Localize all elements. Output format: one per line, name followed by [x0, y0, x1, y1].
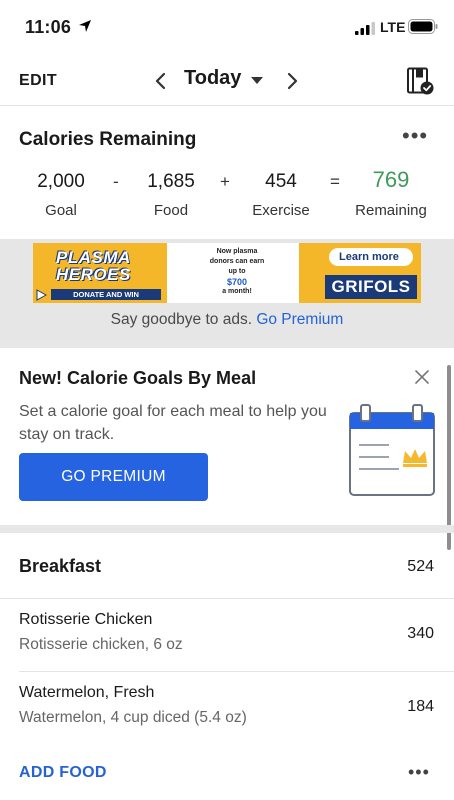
more-dots-icon[interactable]: ••• [408, 763, 430, 781]
status-bar: 11:06 LTE [0, 0, 454, 56]
calorie-goals-promo-card: New! Calorie Goals By Meal Set a calorie… [0, 340, 454, 525]
ad-learn-more-button[interactable]: Learn more [329, 248, 413, 266]
ad-donate-strip: DONATE AND WIN [51, 289, 161, 300]
ad-headline-line2: HEROES [56, 265, 131, 284]
more-dots-icon[interactable]: ••• [402, 125, 428, 147]
food-label: Food [153, 202, 189, 219]
calendar-crown-icon [349, 404, 435, 496]
ad-headline-line1: PLASMA [56, 248, 131, 267]
exercise-label: Exercise [252, 202, 310, 219]
location-arrow-icon [79, 20, 91, 32]
ad-brand-logo: GRIFOLS [325, 275, 417, 299]
ad-area: PLASMA HEROES DONATE AND WIN Now plasma … [0, 239, 454, 340]
remaining-label: Remaining [355, 202, 427, 219]
meal-title: Breakfast [19, 556, 102, 576]
ad-left-panel: PLASMA HEROES DONATE AND WIN [33, 243, 167, 303]
close-icon[interactable] [415, 370, 429, 384]
food-entry-row[interactable]: Rotisserie Chicken Rotisserie chicken, 6… [0, 599, 454, 672]
ad-offer-amount: $700 [226, 277, 248, 287]
food-name: Watermelon, Fresh [19, 684, 155, 701]
food-calories: 340 [407, 625, 434, 642]
date-selector[interactable]: Today [184, 67, 241, 90]
battery-icon [408, 19, 438, 34]
ad-offer-text: Now plasma donors can earn up to $700 a … [207, 247, 267, 297]
equals-operator: = [330, 172, 340, 191]
food-name: Rotisserie Chicken [19, 611, 153, 628]
remove-ads-text: Say goodbye to ads. [110, 311, 257, 328]
go-premium-link[interactable]: Go Premium [256, 311, 343, 328]
calories-remaining-card[interactable]: Calories Remaining ••• 2,000 - 1,685 + 4… [0, 107, 454, 239]
diary-complete-icon[interactable] [406, 67, 434, 95]
exercise-value: 454 [265, 171, 297, 192]
edit-button[interactable]: EDIT [19, 72, 57, 90]
chevron-right-icon[interactable] [281, 70, 303, 92]
food-serving: Rotisserie chicken, 6 oz [19, 636, 183, 653]
goal-value: 2,000 [37, 171, 85, 192]
play-icon [36, 289, 47, 301]
section-divider [0, 525, 454, 533]
network-type: LTE [380, 19, 406, 35]
caret-down-icon[interactable] [250, 76, 264, 86]
ad-offer-line: Now plasma donors can earn up to [209, 248, 265, 275]
meal-header-breakfast[interactable]: Breakfast 524 [0, 533, 454, 599]
go-premium-button[interactable]: GO PREMIUM [19, 453, 208, 501]
scroll-indicator[interactable] [447, 365, 451, 550]
add-food-button[interactable]: ADD FOOD [19, 764, 107, 782]
food-serving: Watermelon, 4 cup diced (5.4 oz) [19, 709, 247, 726]
chevron-left-icon[interactable] [150, 70, 172, 92]
remove-ads-caption: Say goodbye to ads. Go Premium [0, 311, 454, 329]
status-time: 11:06 [25, 17, 72, 37]
date-nav-bar: EDIT Today [0, 56, 454, 106]
plus-operator: + [220, 172, 230, 191]
food-value: 1,685 [147, 171, 195, 192]
card-title: Calories Remaining [19, 129, 197, 150]
ad-right-panel: Learn more GRIFOLS [299, 243, 421, 303]
ad-banner[interactable]: PLASMA HEROES DONATE AND WIN Now plasma … [33, 243, 421, 303]
ad-middle-panel: Now plasma donors can earn up to $700 a … [167, 243, 299, 303]
goal-label: Goal [45, 202, 77, 219]
ad-offer-suffix: a month! [222, 288, 252, 295]
signal-bars-icon [355, 22, 375, 35]
promo-description: Set a calorie goal for each meal to help… [19, 403, 327, 443]
remaining-value: 769 [372, 167, 410, 192]
food-calories: 184 [407, 698, 434, 715]
food-entry-row[interactable]: Watermelon, Fresh Watermelon, 4 cup dice… [0, 672, 454, 745]
minus-operator: - [113, 172, 119, 191]
promo-title: New! Calorie Goals By Meal [19, 368, 257, 388]
ad-headline: PLASMA HEROES [56, 249, 131, 283]
meal-total-calories: 524 [407, 558, 434, 575]
